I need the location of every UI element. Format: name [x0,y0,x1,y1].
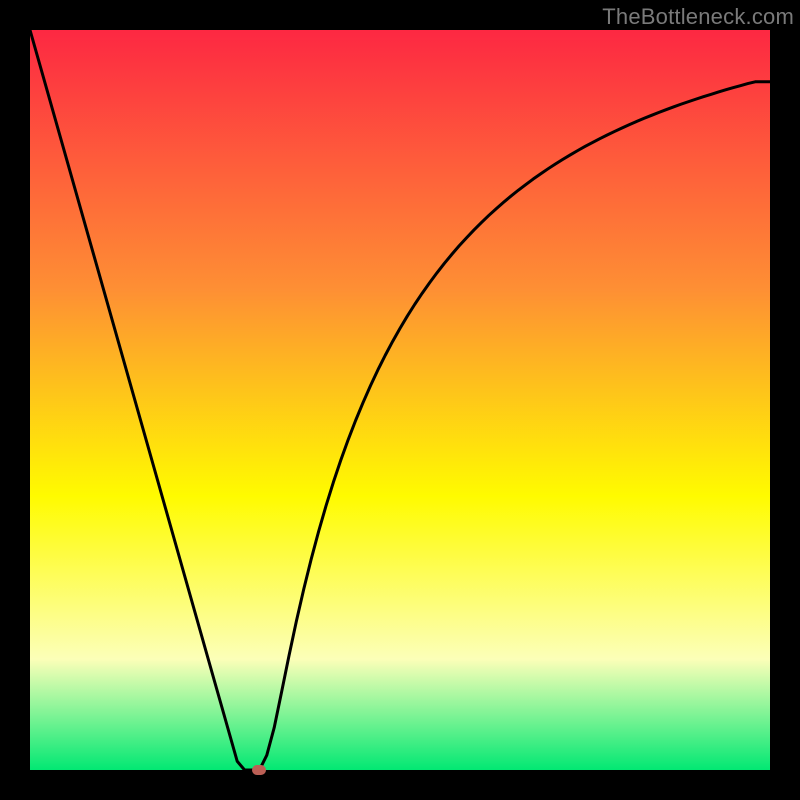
watermark-text: TheBottleneck.com [602,4,794,30]
bottleneck-curve [30,30,770,770]
chart-canvas [30,30,770,770]
outer-frame: TheBottleneck.com [0,0,800,800]
optimal-point-marker [252,765,266,775]
